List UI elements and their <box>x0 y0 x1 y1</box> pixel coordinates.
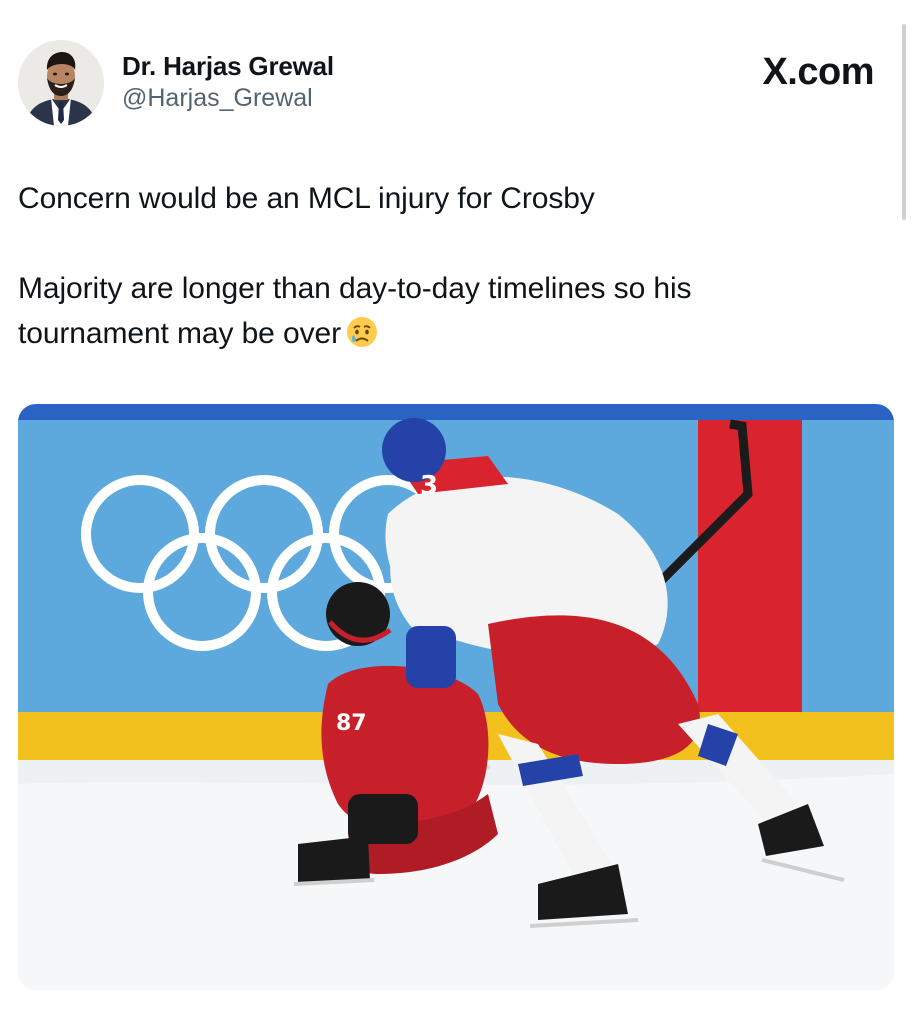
author-info: Dr. Harjas Grewal @Harjas_Grewal <box>122 50 334 114</box>
tweet-header: Dr. Harjas Grewal @Harjas_Grewal X.com <box>18 40 878 130</box>
site-label: X.com <box>762 51 874 93</box>
tweet-line: Concern would be an MCL injury for Crosb… <box>18 182 595 215</box>
tweet-line: tournament may be over <box>18 311 878 362</box>
display-name[interactable]: Dr. Harjas Grewal <box>122 50 334 82</box>
jersey-number: 3 <box>420 471 438 501</box>
scrollbar[interactable] <box>902 24 906 220</box>
tweet-screenshot: Dr. Harjas Grewal @Harjas_Grewal X.com C… <box>0 0 912 1024</box>
hockey-photo-icon: 3 87 <box>18 404 894 990</box>
tweet-media[interactable]: 3 87 <box>18 404 894 990</box>
crying-face-emoji-icon <box>345 315 379 362</box>
profile-photo-icon <box>18 40 104 126</box>
jersey-number: 87 <box>336 711 367 736</box>
avatar[interactable] <box>18 40 104 126</box>
tweet-line-text: tournament may be over <box>18 317 341 350</box>
tweet-line: Majority are longer than day-to-day time… <box>18 272 692 305</box>
user-handle[interactable]: @Harjas_Grewal <box>122 82 334 114</box>
tweet-text: Concern would be an MCL injury for Crosb… <box>18 176 878 362</box>
